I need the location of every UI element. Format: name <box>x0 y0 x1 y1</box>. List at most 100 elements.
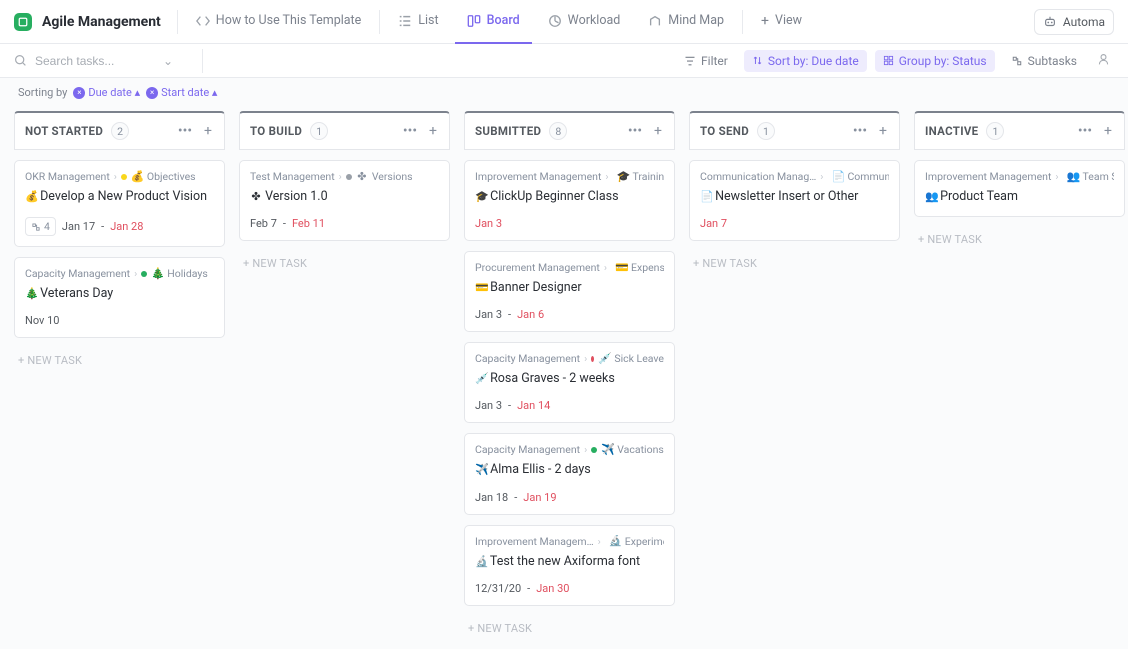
tab-label: Board <box>487 13 520 28</box>
column-menu-icon[interactable]: ••• <box>851 123 869 139</box>
task-meta: 12/31/20-Jan 30 <box>475 582 664 595</box>
column-menu-icon[interactable]: ••• <box>1076 123 1094 139</box>
task-card[interactable]: Improvement Management›🎓Trainings🎓 Click… <box>464 160 675 241</box>
tab-workload[interactable]: Workload <box>536 0 633 44</box>
sortby-button[interactable]: Sort by: Due date <box>744 50 867 72</box>
subtasks-label: Subtasks <box>1028 54 1077 68</box>
board-icon <box>467 14 481 28</box>
column-add-icon[interactable]: + <box>877 123 889 139</box>
date-due: Jan 28 <box>110 220 143 233</box>
breadcrumb: Capacity Management›✈️Vacations <box>475 443 664 456</box>
space-title[interactable]: Agile Management <box>42 14 161 30</box>
breadcrumb: Improvement Management›🎓Trainings <box>475 170 664 183</box>
task-card[interactable]: Capacity Management›✈️Vacations✈️ Alma E… <box>464 433 675 514</box>
tab-label: How to Use This Template <box>216 13 362 28</box>
subtasks-button[interactable]: Subtasks <box>1003 50 1085 72</box>
close-icon[interactable]: × <box>146 87 158 99</box>
add-view-label: View <box>775 13 802 28</box>
space-icon <box>14 13 32 31</box>
search-input[interactable] <box>35 54 155 68</box>
task-title: 💰 Develop a New Product Vision <box>25 188 214 206</box>
task-meta: 4Jan 17-Jan 28 <box>25 217 214 236</box>
column-header[interactable]: INACTIVE1•••+ <box>914 111 1125 150</box>
new-task-button[interactable]: + NEW TASK <box>464 616 675 641</box>
task-emoji-icon: 💰 <box>25 191 37 203</box>
column-to_build: TO BUILD1•••+Test Management›✤Versions✤ … <box>239 111 450 641</box>
new-task-button[interactable]: + NEW TASK <box>914 227 1125 252</box>
column-header[interactable]: TO SEND1•••+ <box>689 111 900 150</box>
task-meta: Jan 7 <box>700 217 889 230</box>
column-name: INACTIVE <box>925 124 978 138</box>
new-task-button[interactable]: + NEW TASK <box>14 348 225 373</box>
task-card[interactable]: Improvement Managem…›🔬Experime…🔬 Test th… <box>464 525 675 606</box>
subtask-badge[interactable]: 4 <box>25 217 56 236</box>
task-title: 🎄 Veterans Day <box>25 285 214 303</box>
automate-button[interactable]: Automa <box>1034 9 1114 35</box>
column-menu-icon[interactable]: ••• <box>401 123 419 139</box>
close-icon[interactable]: × <box>73 87 85 99</box>
filter-label: Filter <box>701 54 728 68</box>
folder-emoji-icon: 🎓 <box>617 171 629 183</box>
sort-chip-startdate[interactable]: ×Start date ▴ <box>146 86 217 99</box>
folder-emoji-icon: 🎄 <box>151 268 163 280</box>
date-due: Jan 19 <box>523 491 556 504</box>
task-card[interactable]: Capacity Management›💉Sick Leave💉 Rosa Gr… <box>464 342 675 423</box>
tab-board[interactable]: Board <box>455 0 532 44</box>
task-card[interactable]: Communication Manag…›📄Communica…📄 Newsle… <box>689 160 900 241</box>
breadcrumb: Test Management›✤Versions <box>250 170 439 183</box>
new-task-button[interactable]: + NEW TASK <box>689 251 900 276</box>
folder-emoji-icon: ✤ <box>356 171 368 183</box>
column-add-icon[interactable]: + <box>1102 123 1114 139</box>
column-name: SUBMITTED <box>475 124 541 138</box>
status-dot <box>591 447 597 453</box>
task-card[interactable]: Test Management›✤Versions✤ Version 1.0Fe… <box>239 160 450 241</box>
task-card[interactable]: OKR Management›💰Objectives💰 Develop a Ne… <box>14 160 225 247</box>
column-submitted: SUBMITTED8•••+Improvement Management›🎓Tr… <box>464 111 675 641</box>
chevron-down-icon[interactable]: ⌄ <box>163 54 173 68</box>
subtask-icon <box>31 222 41 232</box>
column-header[interactable]: NOT STARTED2•••+ <box>14 111 225 150</box>
task-emoji-icon: ✤ <box>250 191 262 203</box>
status-dot <box>141 271 147 277</box>
column-add-icon[interactable]: + <box>427 123 439 139</box>
sort-chip-duedate[interactable]: ×Due date ▴ <box>73 86 140 99</box>
column-menu-icon[interactable]: ••• <box>626 123 644 139</box>
tab-list[interactable]: List <box>386 0 450 44</box>
crumb-list: OKR Management <box>25 170 110 183</box>
date-due: Jan 7 <box>700 217 727 230</box>
list-icon <box>398 14 412 28</box>
column-menu-icon[interactable]: ••• <box>176 123 194 139</box>
task-meta: Jan 3 <box>475 217 664 230</box>
task-title: 🔬 Test the new Axiforma font <box>475 553 664 571</box>
crumb-folder: Objectives <box>147 170 196 183</box>
workload-icon <box>548 14 562 28</box>
groupby-button[interactable]: Group by: Status <box>875 50 995 72</box>
column-header[interactable]: SUBMITTED8•••+ <box>464 111 675 150</box>
task-card[interactable]: Improvement Management›👥Team Status👥 Pro… <box>914 160 1125 217</box>
add-view-button[interactable]: + View <box>749 0 814 44</box>
assignee-filter-icon[interactable] <box>1093 49 1114 73</box>
crumb-folder: Versions <box>372 170 413 183</box>
column-to_send: TO SEND1•••+Communication Manag…›📄Commun… <box>689 111 900 641</box>
filter-button[interactable]: Filter <box>676 50 736 72</box>
crumb-list: Test Management <box>250 170 335 183</box>
task-meta: Nov 10 <box>25 314 214 327</box>
crumb-list: Capacity Management <box>475 352 580 365</box>
tab-mindmap[interactable]: Mind Map <box>636 0 736 44</box>
search-wrap: ⌄ <box>14 54 192 68</box>
task-card[interactable]: Procurement Management›💳Expenses💳 Banner… <box>464 251 675 332</box>
group-icon <box>883 55 894 66</box>
column-add-icon[interactable]: + <box>652 123 664 139</box>
column-count: 1 <box>310 122 328 140</box>
task-emoji-icon: 🔬 <box>475 556 487 568</box>
code-icon <box>196 14 210 28</box>
crumb-list: Communication Manag… <box>700 170 816 183</box>
task-card[interactable]: Capacity Management›🎄Holidays🎄 Veterans … <box>14 257 225 338</box>
column-add-icon[interactable]: + <box>202 123 214 139</box>
date-start: Jan 3 <box>475 308 502 321</box>
column-header[interactable]: TO BUILD1•••+ <box>239 111 450 150</box>
tab-how-to-use[interactable]: How to Use This Template <box>184 0 374 44</box>
folder-emoji-icon: 💉 <box>598 353 610 365</box>
crumb-folder: Expenses <box>631 261 664 274</box>
new-task-button[interactable]: + NEW TASK <box>239 251 450 276</box>
